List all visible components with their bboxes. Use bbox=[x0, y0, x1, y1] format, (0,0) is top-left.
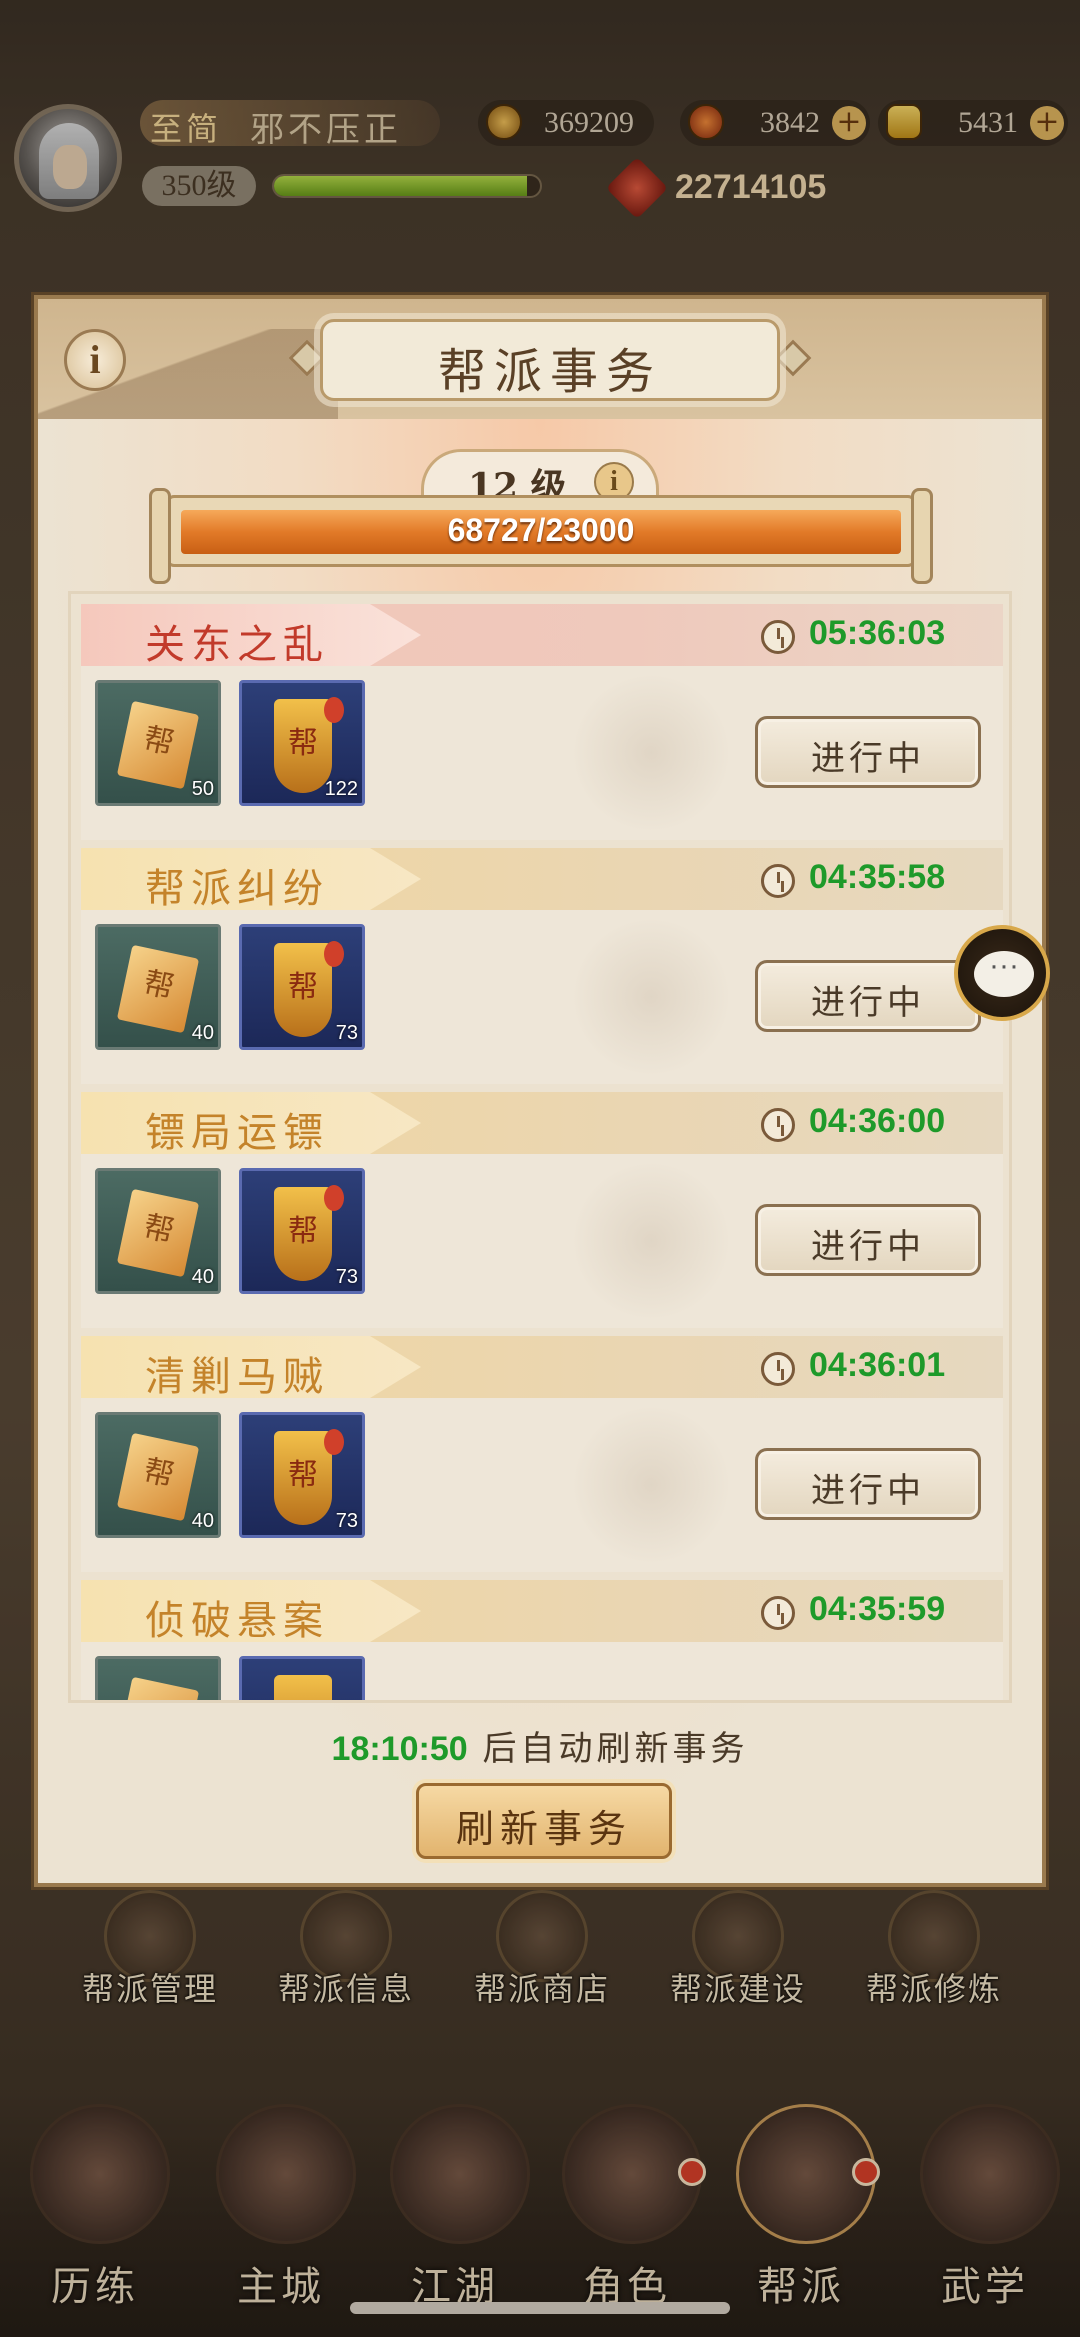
clock-icon bbox=[761, 864, 795, 898]
task-name: 清剿马贼 bbox=[145, 1354, 329, 1400]
lotus-watermark bbox=[551, 910, 751, 1084]
guild-book-reward[interactable]: 帮 50 bbox=[95, 680, 221, 806]
reward-count: 40 bbox=[191, 1266, 214, 1288]
task-body: 帮 40 帮 73 进行中 bbox=[81, 1154, 1003, 1328]
reward-count: 73 bbox=[335, 1510, 358, 1532]
clock-icon bbox=[761, 620, 795, 654]
lotus-watermark bbox=[551, 1154, 751, 1328]
task-timer: 04:36:00 bbox=[809, 1102, 946, 1140]
guild-book-reward[interactable]: 帮 bbox=[95, 1656, 221, 1700]
clock-icon bbox=[761, 1352, 795, 1386]
button-label: 进行中 bbox=[811, 1471, 925, 1511]
task-body: 帮 40 帮 73 进行中 bbox=[81, 910, 1003, 1084]
tassel-icon bbox=[324, 941, 344, 967]
button-label: 进行中 bbox=[811, 983, 925, 1023]
task-name-banner: 关东之乱 bbox=[81, 604, 421, 666]
guild-progress-text: 68727/23000 bbox=[447, 512, 635, 548]
task-body: 帮 50 帮 122 进行中 bbox=[81, 666, 1003, 840]
button-label: 进行中 bbox=[811, 739, 925, 779]
chat-bubble-button[interactable]: ··· bbox=[954, 925, 1050, 1021]
reward-count: 122 bbox=[324, 778, 358, 800]
task-header: 帮派纠纷 04:35:58 bbox=[81, 848, 1003, 910]
task-card: 帮派纠纷 04:35:58 帮 40 帮 73 进行中 bbox=[81, 848, 1003, 1084]
guild-token-reward[interactable]: 帮 122 bbox=[239, 680, 365, 806]
task-card: 侦破悬案 04:35:59 帮 帮 bbox=[81, 1580, 1003, 1700]
guild-book-icon: 帮 bbox=[116, 1432, 200, 1522]
panel-title: 帮派事务 bbox=[437, 344, 662, 400]
clock-icon bbox=[761, 1108, 795, 1142]
guild-token-reward[interactable]: 帮 73 bbox=[239, 1168, 365, 1294]
reward-count: 40 bbox=[191, 1022, 214, 1044]
task-card: 镖局运镖 04:36:00 帮 40 帮 73 进行中 bbox=[81, 1092, 1003, 1328]
in-progress-button[interactable]: 进行中 bbox=[755, 1204, 981, 1276]
in-progress-button[interactable]: 进行中 bbox=[755, 960, 981, 1032]
panel-header: i 帮派事务 bbox=[38, 299, 1042, 419]
task-name-banner: 清剿马贼 bbox=[81, 1336, 421, 1398]
auto-refresh-note: 18:10:50 后自动刷新事务 bbox=[38, 1721, 1042, 1770]
guild-book-reward[interactable]: 帮 40 bbox=[95, 1168, 221, 1294]
lotus-watermark bbox=[551, 666, 751, 840]
info-button[interactable]: i bbox=[64, 329, 126, 391]
task-name: 镖局运镖 bbox=[145, 1110, 329, 1156]
panel-body: 12 级 i 68727/23000 关东之乱 05:36:03 帮 50 帮 12… bbox=[38, 419, 1042, 1883]
game-screen: 至简 邪不压正 369209 3842 + 5431 + 350级 227141… bbox=[0, 0, 1080, 2337]
reward-count: 40 bbox=[191, 1510, 214, 1532]
task-card: 关东之乱 05:36:03 帮 50 帮 122 进行中 bbox=[81, 604, 1003, 840]
task-timer: 04:35:59 bbox=[809, 1590, 946, 1628]
reward-count: 73 bbox=[335, 1022, 358, 1044]
task-timer: 04:35:58 bbox=[809, 858, 946, 896]
task-name-banner: 侦破悬案 bbox=[81, 1580, 421, 1642]
guild-book-reward[interactable]: 帮 40 bbox=[95, 924, 221, 1050]
task-body: 帮 帮 bbox=[81, 1642, 1003, 1700]
task-name-banner: 帮派纠纷 bbox=[81, 848, 421, 910]
refresh-suffix: 后自动刷新事务 bbox=[482, 1729, 749, 1769]
task-card: 清剿马贼 04:36:01 帮 40 帮 73 进行中 bbox=[81, 1336, 1003, 1572]
task-header: 镖局运镖 04:36:00 bbox=[81, 1092, 1003, 1154]
guild-token-reward[interactable]: 帮 bbox=[239, 1656, 365, 1700]
task-header: 清剿马贼 04:36:01 bbox=[81, 1336, 1003, 1398]
chat-icon: ··· bbox=[974, 951, 1034, 997]
tassel-icon bbox=[324, 697, 344, 723]
reward-count: 73 bbox=[335, 1266, 358, 1288]
reward-count: 50 bbox=[191, 778, 214, 800]
guild-affairs-panel: i 帮派事务 12 级 i 68727/23000 关东之乱 05:36:03 bbox=[34, 295, 1046, 1887]
task-name-banner: 镖局运镖 bbox=[81, 1092, 421, 1154]
task-list[interactable]: 关东之乱 05:36:03 帮 50 帮 122 进行中 帮派纠纷 04:35:… bbox=[68, 591, 1012, 1703]
button-label: 进行中 bbox=[811, 1227, 925, 1267]
tassel-icon bbox=[324, 1185, 344, 1211]
guild-token-icon: 帮 bbox=[274, 1675, 332, 1700]
guild-book-reward[interactable]: 帮 40 bbox=[95, 1412, 221, 1538]
guild-progress-scroll: 68727/23000 bbox=[149, 488, 933, 584]
task-timer: 04:36:01 bbox=[809, 1346, 946, 1384]
guild-book-icon: 帮 bbox=[116, 700, 200, 790]
task-header: 关东之乱 05:36:03 bbox=[81, 604, 1003, 666]
title-ornament-right bbox=[774, 339, 812, 377]
in-progress-button[interactable]: 进行中 bbox=[755, 716, 981, 788]
in-progress-button[interactable]: 进行中 bbox=[755, 1448, 981, 1520]
task-name: 侦破悬案 bbox=[145, 1598, 329, 1644]
guild-book-icon: 帮 bbox=[116, 1676, 200, 1700]
refresh-countdown: 18:10:50 bbox=[331, 1730, 468, 1768]
guild-book-icon: 帮 bbox=[116, 944, 200, 1034]
task-name: 帮派纠纷 bbox=[145, 866, 329, 912]
task-timer: 05:36:03 bbox=[809, 614, 946, 652]
panel-title-plaque: 帮派事务 bbox=[320, 319, 780, 401]
refresh-button-label: 刷新事务 bbox=[455, 1807, 632, 1851]
clock-icon bbox=[761, 1596, 795, 1630]
refresh-tasks-button[interactable]: 刷新事务 bbox=[416, 1783, 672, 1859]
task-body: 帮 40 帮 73 进行中 bbox=[81, 1398, 1003, 1572]
task-name: 关东之乱 bbox=[145, 622, 329, 668]
lotus-watermark bbox=[551, 1398, 751, 1572]
guild-token-reward[interactable]: 帮 73 bbox=[239, 1412, 365, 1538]
tassel-icon bbox=[324, 1429, 344, 1455]
guild-token-reward[interactable]: 帮 73 bbox=[239, 924, 365, 1050]
guild-book-icon: 帮 bbox=[116, 1188, 200, 1278]
task-header: 侦破悬案 04:35:59 bbox=[81, 1580, 1003, 1642]
